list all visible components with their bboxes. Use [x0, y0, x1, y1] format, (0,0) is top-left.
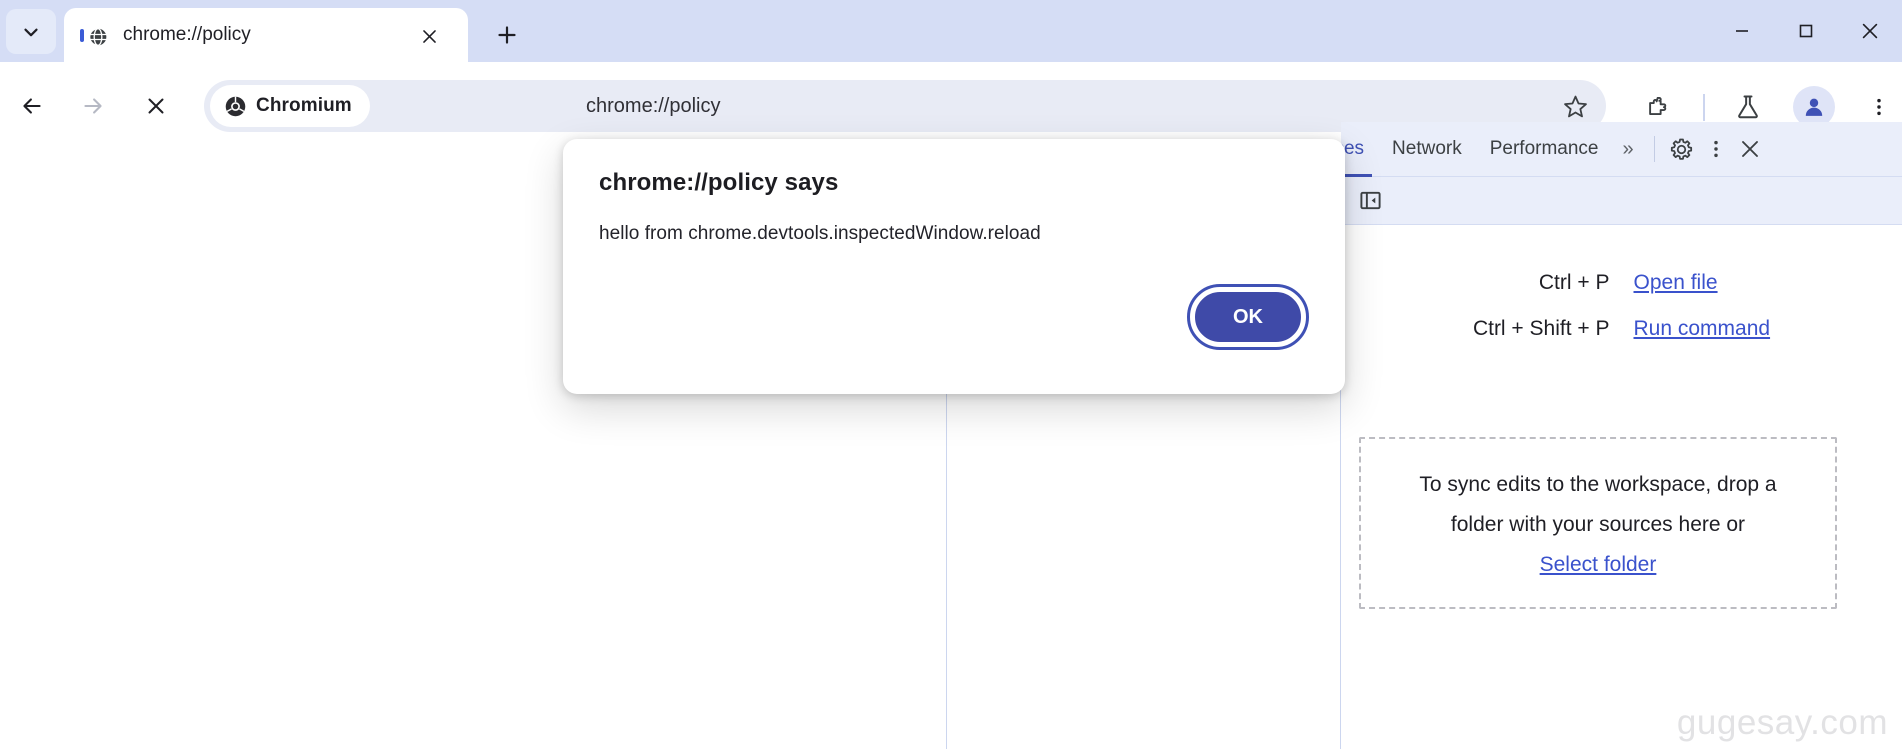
browser-tab[interactable]: chrome://policy: [64, 8, 468, 62]
stop-loading-button[interactable]: [136, 86, 176, 126]
workspace-dropzone[interactable]: To sync edits to the workspace, drop a f…: [1359, 437, 1837, 609]
close-icon: [422, 29, 436, 43]
puzzle-icon: [1649, 97, 1667, 115]
devtools-tab-list: ources Network Performance: [1307, 122, 1613, 177]
shortcut-keys: Ctrl + Shift + P: [1472, 317, 1610, 340]
minimize-icon: [1736, 30, 1748, 32]
dropzone-line-1: To sync edits to the workspace, drop a: [1419, 473, 1777, 496]
watermark: gugesay.com: [1676, 703, 1888, 742]
star-icon: [1563, 95, 1587, 117]
tab-title: chrome://policy: [123, 24, 251, 45]
tab-close-button[interactable]: [416, 23, 442, 49]
window-controls: [1710, 0, 1902, 62]
sources-toolbar: [1341, 177, 1902, 225]
devtools-tab-bar: ources Network Performance »: [1307, 122, 1902, 177]
maximize-icon: [1799, 24, 1813, 38]
sources-shortcuts: Ctrl + P Open file Ctrl + Shift + P Run …: [1341, 271, 1902, 363]
close-icon: [148, 98, 164, 114]
dialog-ok-button[interactable]: OK: [1192, 289, 1304, 345]
tab-audio-indicator: [80, 29, 84, 42]
devtools-tab-network[interactable]: Network: [1378, 122, 1476, 177]
show-navigator-icon: [1359, 191, 1381, 210]
shortcut-row: Ctrl + Shift + P Run command: [1341, 317, 1902, 341]
select-folder-link[interactable]: Select folder: [1391, 553, 1805, 577]
devtools-tab-label: Network: [1392, 138, 1462, 159]
close-icon: [1862, 23, 1878, 39]
show-navigator-button[interactable]: [1353, 184, 1387, 218]
devtools-settings-button[interactable]: [1665, 132, 1699, 166]
three-dot-menu-icon: [1713, 140, 1718, 158]
tab-search-button[interactable]: [6, 9, 56, 54]
devtools-tab-label: Performance: [1489, 138, 1599, 159]
devtools-close-button[interactable]: [1733, 132, 1767, 166]
flask-icon: [1738, 95, 1758, 119]
minimize-button[interactable]: [1710, 0, 1774, 62]
devtools-more-tabs-button[interactable]: »: [1613, 138, 1644, 161]
chevron-down-icon: [24, 28, 38, 36]
toolbar-divider: [1703, 94, 1705, 121]
close-window-button[interactable]: [1838, 0, 1902, 62]
plus-icon: [498, 26, 516, 44]
devtools-toolbar-divider: [1653, 136, 1655, 162]
site-identity-chip[interactable]: Chromium: [210, 85, 370, 127]
browser-window: chrome://policy Chromium chrome://policy…: [0, 0, 1902, 749]
devtools-panel: ources Network Performance »: [1307, 122, 1902, 749]
maximize-button[interactable]: [1774, 0, 1838, 62]
dialog-title: chrome://policy says: [599, 169, 839, 196]
shortcut-keys: Ctrl + P: [1538, 271, 1610, 294]
dialog-ok-focus-ring: OK: [1187, 284, 1309, 350]
three-dot-menu-icon: [1877, 98, 1881, 116]
site-identity-label: Chromium: [256, 95, 352, 116]
tab-strip: chrome://policy: [0, 0, 1902, 62]
globe-icon: [89, 28, 107, 46]
devtools-more-options-button[interactable]: [1699, 132, 1733, 166]
close-icon: [1741, 141, 1758, 157]
person-icon: [1805, 98, 1823, 116]
chromium-logo-icon: [225, 96, 246, 116]
back-button[interactable]: [12, 86, 52, 126]
open-file-link[interactable]: Open file: [1634, 271, 1814, 295]
javascript-alert-dialog: chrome://policy says hello from chrome.d…: [563, 139, 1345, 394]
new-tab-button[interactable]: [486, 14, 528, 56]
dialog-message: hello from chrome.devtools.inspectedWind…: [599, 223, 1041, 244]
arrow-left-icon: [23, 98, 41, 114]
dropzone-line-2: folder with your sources here or: [1450, 513, 1746, 536]
devtools-tab-performance[interactable]: Performance: [1476, 122, 1613, 177]
arrow-right-icon: [84, 98, 102, 114]
forward-button: [73, 86, 113, 126]
sources-empty-state: Ctrl + P Open file Ctrl + Shift + P Run …: [1341, 225, 1902, 749]
gear-icon: [1671, 138, 1693, 160]
shortcut-row: Ctrl + P Open file: [1341, 271, 1902, 295]
run-command-link[interactable]: Run command: [1634, 317, 1814, 341]
url-text[interactable]: chrome://policy: [586, 80, 721, 132]
bookmark-button[interactable]: [1558, 89, 1592, 123]
